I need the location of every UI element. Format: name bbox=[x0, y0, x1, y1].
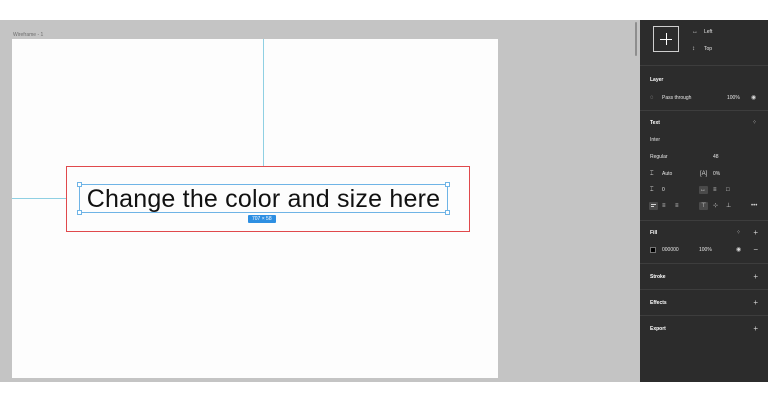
horizontal-guide bbox=[12, 198, 66, 199]
vertical-guide bbox=[263, 39, 264, 167]
font-family-select[interactable]: Inter bbox=[650, 137, 660, 143]
resize-handle-top-right[interactable] bbox=[445, 182, 450, 187]
canvas-scrollbar[interactable] bbox=[632, 20, 640, 382]
minus-icon[interactable]: − bbox=[753, 246, 758, 254]
constraint-vertical[interactable]: Top bbox=[704, 46, 712, 52]
text-layer-selection[interactable]: Change the color and size here bbox=[77, 182, 450, 215]
align-top-button[interactable]: ⊤ bbox=[699, 202, 708, 210]
letter-spacing-icon: [A] bbox=[700, 171, 708, 177]
align-right-icon[interactable]: ≡ bbox=[675, 203, 679, 209]
properties-panel: ↔ Left ↕ Top Layer ◌ Pass through 100% ◉… bbox=[640, 20, 768, 382]
constraint-horizontal[interactable]: Left bbox=[704, 29, 712, 35]
font-size-input[interactable]: 48 bbox=[713, 154, 719, 160]
blend-mode-icon: ◌ bbox=[650, 95, 654, 101]
vertical-constraint-icon: ↕ bbox=[692, 46, 695, 52]
divider bbox=[640, 263, 768, 264]
effects-section-title: Effects bbox=[650, 300, 667, 306]
canvas-text[interactable]: Change the color and size here bbox=[80, 185, 447, 214]
constraint-horizontal-line bbox=[660, 39, 672, 40]
frame-canvas[interactable]: Change the color and size here 707 × 58 bbox=[12, 39, 498, 378]
align-line bbox=[651, 206, 654, 207]
font-style-select[interactable]: Regular bbox=[650, 154, 668, 160]
fill-color-swatch[interactable] bbox=[650, 247, 656, 253]
resize-handle-top-left[interactable] bbox=[77, 182, 82, 187]
plus-icon[interactable]: + bbox=[753, 299, 758, 307]
plus-icon[interactable]: + bbox=[753, 325, 758, 333]
resize-handle-bottom-left[interactable] bbox=[77, 210, 82, 215]
auto-height-icon[interactable]: ≡ bbox=[713, 187, 717, 193]
paragraph-spacing-icon: ⌶ bbox=[650, 187, 654, 193]
frame-label[interactable]: Wireframe - 1 bbox=[13, 32, 43, 38]
auto-width-button[interactable]: ↔ bbox=[699, 186, 708, 194]
grid-dots-icon[interactable]: ⁘ bbox=[752, 120, 757, 126]
horizontal-constraint-icon: ↔ bbox=[692, 29, 698, 35]
line-height-icon: ⌶ bbox=[650, 171, 654, 177]
align-bottom-icon[interactable]: ⊥ bbox=[726, 203, 731, 209]
resize-handle-bottom-right[interactable] bbox=[445, 210, 450, 215]
letter-spacing-input[interactable]: 0% bbox=[713, 171, 720, 177]
stroke-section-title: Stroke bbox=[650, 274, 666, 280]
eye-icon[interactable]: ◉ bbox=[736, 247, 741, 253]
auto-width-icon: ↔ bbox=[700, 187, 706, 193]
line-height-input[interactable]: Auto bbox=[662, 171, 672, 177]
highlight-box: Change the color and size here 707 × 58 bbox=[66, 166, 470, 232]
design-app: Wireframe - 1 Change the color and size … bbox=[0, 20, 768, 382]
text-section-title: Text bbox=[650, 120, 660, 126]
size-badge: 707 × 58 bbox=[248, 215, 276, 223]
layer-opacity-input[interactable]: 100% bbox=[727, 95, 740, 101]
paragraph-spacing-input[interactable]: 0 bbox=[662, 187, 665, 193]
plus-icon[interactable]: + bbox=[753, 273, 758, 281]
fill-hex-input[interactable]: 000000 bbox=[662, 247, 679, 253]
blend-mode-select[interactable]: Pass through bbox=[662, 95, 691, 101]
divider bbox=[640, 110, 768, 111]
fill-section-title: Fill bbox=[650, 230, 658, 236]
divider bbox=[640, 65, 768, 66]
divider bbox=[640, 289, 768, 290]
fill-opacity-input[interactable]: 100% bbox=[699, 247, 712, 253]
layer-section-title: Layer bbox=[650, 77, 664, 83]
align-middle-icon[interactable]: ⊹ bbox=[713, 203, 718, 209]
align-left-button[interactable] bbox=[649, 202, 658, 210]
fixed-size-icon[interactable]: □ bbox=[726, 187, 730, 193]
align-top-icon: ⊤ bbox=[701, 203, 707, 209]
align-left-icon bbox=[651, 204, 656, 205]
export-section-title: Export bbox=[650, 326, 666, 332]
divider bbox=[640, 220, 768, 221]
grid-dots-icon[interactable]: ⁘ bbox=[736, 230, 741, 236]
align-center-icon[interactable]: ≡ bbox=[662, 203, 666, 209]
constraint-icon[interactable] bbox=[653, 26, 679, 52]
eye-icon[interactable]: ◉ bbox=[751, 95, 756, 101]
plus-icon[interactable]: + bbox=[753, 229, 758, 237]
divider bbox=[640, 315, 768, 316]
more-icon[interactable]: ••• bbox=[751, 203, 757, 209]
scroll-thumb[interactable] bbox=[635, 22, 637, 56]
